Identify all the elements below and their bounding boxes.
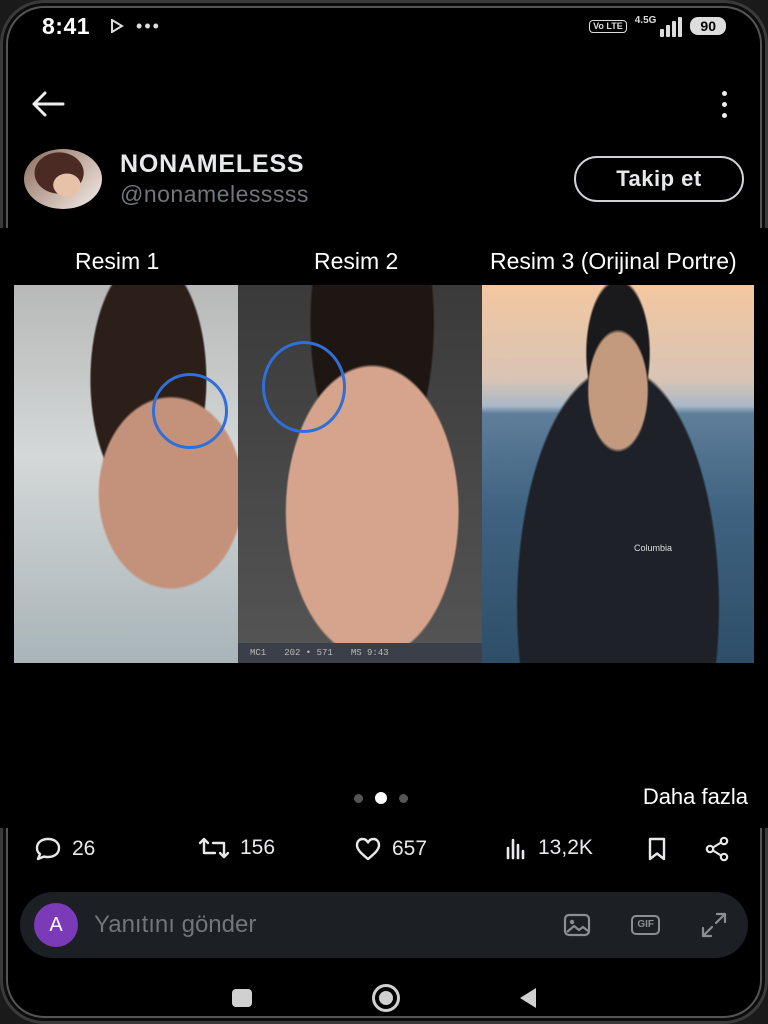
photo-collage[interactable]: MC1 202 • 571 MS 9:43 Columbia [14,285,754,663]
status-time: 8:41 [42,12,91,39]
signal-bar [660,29,665,37]
share-button[interactable] [704,836,730,862]
system-back-button[interactable] [520,988,536,1008]
blue-marker-circle [152,373,228,449]
more-options-button[interactable] [714,86,734,122]
image-icon[interactable] [563,912,591,938]
system-nav-bar [0,980,768,1016]
caption-image-3: Resim 3 (Orijinal Portre) [490,248,737,274]
carousel-dot[interactable] [399,793,408,803]
signal-bar [666,25,671,37]
arrow-left-icon [32,91,65,117]
author-display-name[interactable]: NONAMELESS [120,150,309,179]
bookmark-button[interactable] [646,836,668,862]
follow-button[interactable]: Takip et [574,156,744,202]
home-button[interactable] [372,984,400,1012]
repost-count: 156 [240,836,276,859]
author-handle[interactable]: @nonamelesssss [120,181,309,208]
expand-icon[interactable] [700,911,728,939]
signal-icon: 4.5G [635,15,683,37]
reply-count: 26 [72,837,96,860]
current-user-avatar: A [34,903,78,947]
carousel-dot[interactable] [354,793,363,803]
caption-image-1: Resim 1 [75,248,160,274]
volte-icon: Vo LTE [589,19,627,33]
post-media[interactable]: Resim 1 Resim 2 Resim 3 (Orijinal Portre… [0,228,768,828]
camera-bar-text: MC1 [250,648,267,658]
signal-bar [678,17,683,37]
caption-image-2: Resim 2 [314,248,399,274]
vertical-dots-icon [721,112,727,118]
back-button[interactable] [30,86,66,122]
reply-action[interactable]: 26 [34,836,95,862]
views-action[interactable]: 13,2K [504,836,593,860]
share-icon [705,836,729,862]
post-actions: 26 156 657 13,2K [34,836,732,872]
status-right: Vo LTE 4.5G 90 [589,15,726,37]
vertical-dots-icon [721,101,727,107]
camera-bar-text: 202 • 571 [284,648,333,658]
photo-3[interactable]: Columbia [482,285,754,663]
jacket-brand-label: Columbia [634,543,673,553]
repost-icon [198,837,230,859]
vertical-dots-icon [721,90,727,96]
media-captions: Resim 1 Resim 2 Resim 3 (Orijinal Portre… [0,248,768,278]
carousel-indicator [354,792,408,804]
carousel-dot-active[interactable] [375,792,387,804]
battery-icon: 90 [690,17,726,35]
reply-composer: A GIF [20,892,748,958]
heart-icon [355,837,381,861]
recent-apps-button[interactable] [232,989,252,1007]
gif-button[interactable]: GIF [631,915,660,935]
view-count: 13,2K [538,836,593,859]
composer-tools: GIF [563,911,728,939]
author-names[interactable]: NONAMELESS @nonamelesssss [120,150,309,208]
notification-icons: ••• [110,16,161,37]
show-more-link[interactable]: Daha fazla [643,784,748,810]
blue-marker-circle [262,341,346,433]
photo-1[interactable] [14,285,238,663]
reply-input[interactable] [94,911,494,939]
analytics-icon [506,838,525,860]
status-bar: 8:41 ••• Vo LTE 4.5G 90 [42,10,726,42]
signal-bar [672,21,677,37]
photo-2[interactable]: MC1 202 • 571 MS 9:43 [238,285,482,663]
like-action[interactable]: 657 [354,836,427,862]
post-author: NONAMELESS @nonamelesssss Takip et [24,148,744,210]
repost-action[interactable]: 156 [198,836,275,860]
camera-bar-text: MS 9:43 [350,648,389,658]
more-notifications-icon: ••• [136,15,161,36]
author-avatar[interactable] [24,149,102,209]
like-count: 657 [392,837,428,860]
photo-2-camera-bar: MC1 202 • 571 MS 9:43 [238,643,482,663]
play-store-icon [111,19,124,33]
bookmark-icon [648,837,666,861]
phone-screen: 8:41 ••• Vo LTE 4.5G 90 NONAMELESS @nona… [0,0,768,1024]
network-type: 4.5G [634,15,657,26]
comment-icon [35,837,61,861]
